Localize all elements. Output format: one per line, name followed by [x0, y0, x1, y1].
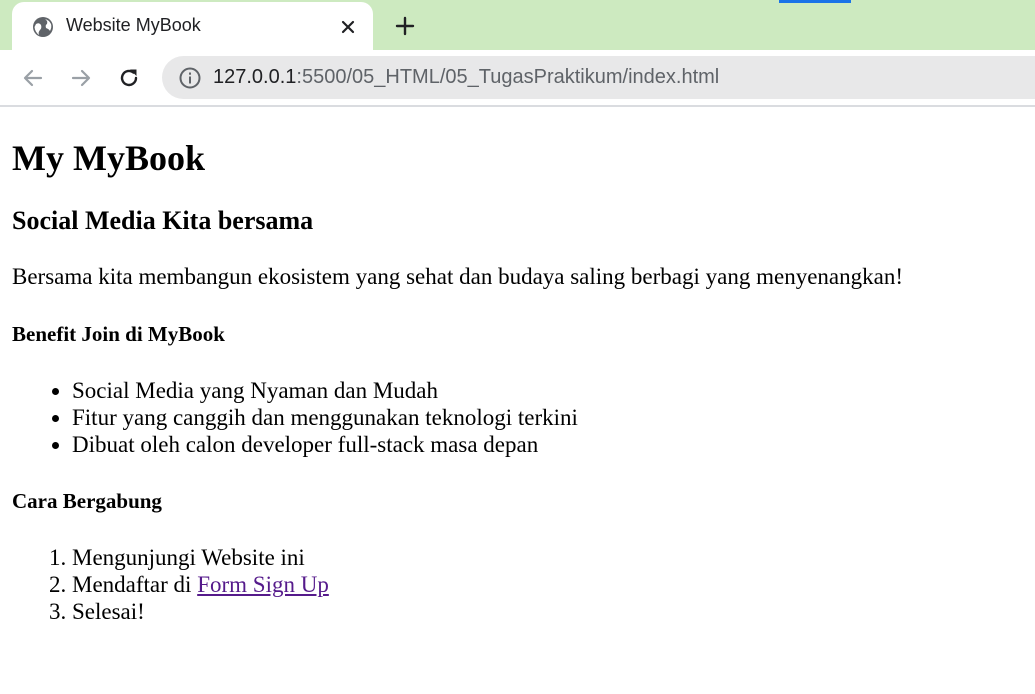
join-heading: Cara Bergabung	[12, 489, 162, 513]
page-title: My MyBook	[12, 138, 205, 178]
list-item: Dibuat oleh calon developer full-stack m…	[72, 431, 1022, 458]
signup-form-link[interactable]: Form Sign Up	[197, 572, 329, 597]
plus-icon[interactable]	[391, 12, 419, 40]
tab-title: Website MyBook	[66, 15, 201, 35]
browser-toolbar: 127.0.0.1:5500/05_HTML/05_TugasPraktikum…	[0, 50, 1035, 107]
benefits-heading: Benefit Join di MyBook	[12, 322, 225, 346]
info-icon[interactable]	[178, 66, 202, 90]
tab-strip: Website MyBook	[0, 0, 1035, 52]
reload-icon[interactable]	[115, 64, 143, 92]
page-subtitle: Social Media Kita bersama	[12, 206, 314, 235]
list-item: Mengunjungi Website ini	[72, 544, 1022, 571]
url-text[interactable]: 127.0.0.1:5500/05_HTML/05_TugasPraktikum…	[213, 66, 719, 89]
tab-website-mybook[interactable]: Website MyBook	[12, 2, 373, 52]
list-item: Selesai!	[72, 598, 1022, 625]
step-text: Mendaftar di	[72, 572, 198, 597]
close-icon[interactable]	[336, 15, 360, 39]
list-item: Social Media yang Nyaman dan Mudah	[72, 377, 1022, 404]
tab-strip-accent	[779, 0, 851, 3]
address-bar[interactable]: 127.0.0.1:5500/05_HTML/05_TugasPraktikum…	[162, 56, 1035, 99]
url-host: 127.0.0.1	[213, 66, 297, 88]
join-steps-list: Mengunjungi Website ini Mendaftar di For…	[12, 544, 1022, 625]
arrow-right-icon[interactable]	[67, 64, 95, 92]
arrow-left-icon[interactable]	[19, 64, 47, 92]
intro-paragraph: Bersama kita membangun ekosistem yang se…	[12, 264, 903, 289]
page-content: My MyBook Social Media Kita bersama Bers…	[12, 107, 1022, 625]
list-item: Mendaftar di Form Sign Up	[72, 571, 1022, 598]
list-item: Fitur yang canggih dan menggunakan tekno…	[72, 404, 1022, 431]
benefits-list: Social Media yang Nyaman dan Mudah Fitur…	[12, 377, 1022, 458]
url-path: :5500/05_HTML/05_TugasPraktikum/index.ht…	[296, 66, 720, 88]
globe-icon	[32, 16, 54, 38]
